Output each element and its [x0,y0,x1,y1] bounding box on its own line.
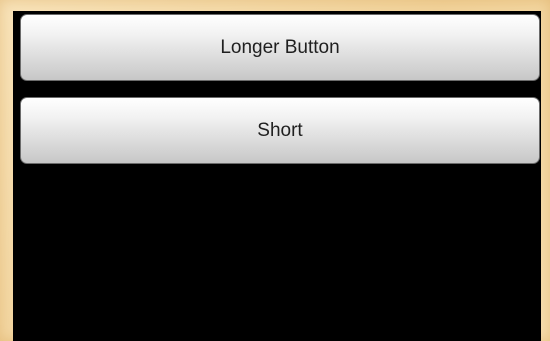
longer-button[interactable]: Longer Button [20,14,540,81]
short-button[interactable]: Short [20,97,540,164]
photo-frame: Longer Button Short [0,0,550,341]
app-screen: Longer Button Short [13,11,541,341]
